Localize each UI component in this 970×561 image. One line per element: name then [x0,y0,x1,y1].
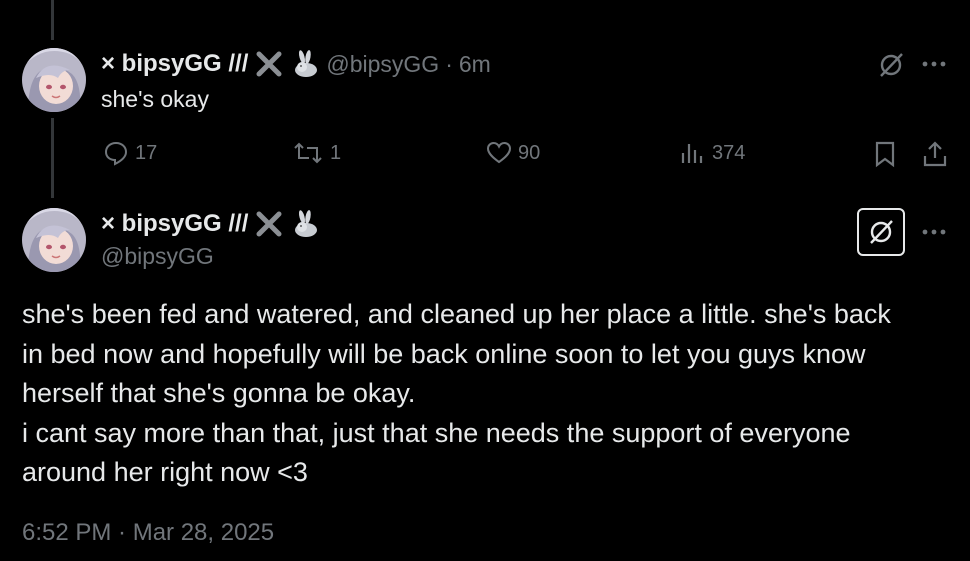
post-timestamp[interactable]: 6:52 PM · Mar 28, 2025 [22,519,274,547]
x-mark-icon [254,49,284,79]
share-icon[interactable] [921,140,949,173]
reply-text: she's okay [101,86,209,112]
repost-button[interactable]: 1 [292,140,341,166]
post-text-line: she's been fed and watered, and cleaned … [22,299,891,329]
previous-post-actions-cutoff [100,0,960,6]
rabbit-icon [290,209,320,239]
reply-handle[interactable]: @bipsyGG [326,51,439,78]
main-more-icon[interactable] [921,224,947,245]
thread-line-top [51,0,54,40]
reply-button[interactable]: 17 [103,140,157,166]
bar-chart-icon [680,140,706,166]
bookmark-icon[interactable] [871,140,899,173]
speech-bubble-icon [103,140,129,166]
views-button[interactable]: 374 [680,140,745,166]
post-text-line: around her right now <3 [22,457,308,487]
main-handle[interactable]: @bipsyGG [101,243,214,270]
like-count: 90 [518,141,541,164]
reply-count: 17 [135,141,158,164]
reply-avatar[interactable] [22,48,86,112]
reply-display-name[interactable]: × bipsyGG /// [101,50,248,78]
views-count: 374 [712,141,746,164]
reply-time-ago[interactable]: 6m [459,51,491,78]
grok-button[interactable] [857,208,905,256]
x-mark-icon [254,209,284,239]
reply-more-icon[interactable] [921,56,947,77]
main-avatar[interactable] [22,208,86,272]
main-display-name[interactable]: × bipsyGG /// [101,210,248,238]
heart-icon [486,140,512,166]
repost-arrows-icon [292,140,324,166]
thread-line-mid [51,118,54,198]
reply-header: × bipsyGG /// @bipsyGG · 6m [101,49,491,79]
main-post-text: she's been fed and watered, and cleaned … [22,295,952,493]
reply-grok-icon[interactable] [877,51,905,84]
reply-separator: · [445,50,453,77]
post-text-line: in bed now and hopefully will be back on… [22,338,866,369]
post-text-line: herself that she's gonna be okay. [22,378,416,408]
main-header: × bipsyGG /// [101,209,320,239]
grok-slash-circle-icon [867,218,895,246]
repost-count: 1 [330,141,342,164]
post-text-line: i cant say more than that, just that she… [22,417,851,448]
rabbit-icon [290,49,320,79]
like-button[interactable]: 90 [486,140,540,166]
